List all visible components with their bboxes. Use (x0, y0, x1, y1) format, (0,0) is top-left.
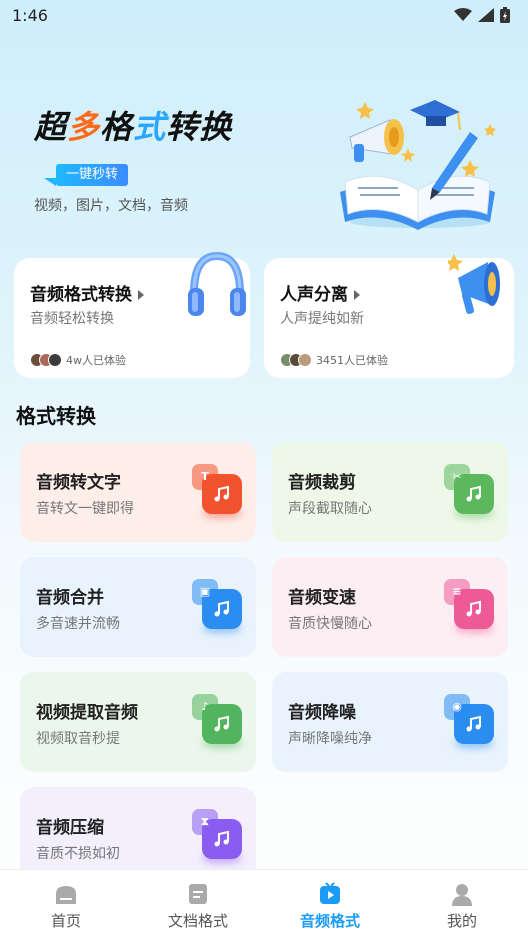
arrow-right-icon (138, 290, 144, 300)
icon-glyph: T (201, 470, 209, 483)
icon-glyph: ◉ (452, 700, 462, 713)
hero-title-part: 多 (67, 108, 101, 146)
headphones-icon (188, 251, 246, 316)
feature-title-text: 音频格式转换 (30, 285, 132, 305)
icon-glyph: ⧗ (201, 815, 209, 828)
tool-subtitle: 音质不损如初 (36, 846, 120, 862)
tool-card[interactable]: 音频转文字 音转文一键即得 T (20, 442, 256, 542)
audio-denoise-icon: ◉ (444, 694, 494, 748)
status-icons (454, 7, 510, 23)
bottom-nav: 首页 文档格式 音频格式 我的 (0, 869, 528, 939)
tool-card[interactable]: 音频降噪 声晰降噪纯净 ◉ (272, 672, 508, 772)
megaphone-icon (448, 254, 500, 314)
arrow-right-icon (354, 290, 360, 300)
document-icon (189, 884, 207, 904)
section-title: 格式转换 (16, 404, 96, 428)
signal-icon (478, 8, 494, 22)
status-bar: 1:46 (0, 0, 528, 32)
hero-title-part: 转换 (166, 108, 233, 146)
tool-card[interactable]: 音频合并 多音速并流畅 ▣ (20, 557, 256, 657)
hero-title-part: 超 (34, 108, 68, 146)
tool-title: 音频降噪 (288, 703, 356, 723)
avatar-group (280, 353, 312, 367)
audio-compress-icon: ⧗ (192, 809, 242, 863)
video-extract-audio-icon: ♪ (192, 694, 242, 748)
nav-label: 音频格式 (299, 912, 360, 930)
nav-label: 首页 (50, 912, 81, 930)
audio-merge-icon: ▣ (192, 579, 242, 633)
home-icon (56, 886, 76, 904)
feature-subtitle: 音频轻松转换 (30, 311, 114, 327)
battery-icon (500, 7, 510, 23)
audio-to-text-icon: T (192, 464, 242, 518)
tool-title: 音频压缩 (36, 818, 104, 838)
avatar-group (30, 353, 62, 367)
feature-card-audio-format[interactable]: 音频格式转换 音频轻松转换 4w人已体验 (14, 251, 250, 378)
icon-glyph: ▣ (199, 585, 211, 598)
tool-subtitle: 音质快慢随心 (288, 616, 372, 632)
icon-glyph: ≡ (452, 585, 462, 598)
tool-subtitle: 视频取音秒提 (36, 731, 120, 747)
tool-title: 音频变速 (288, 588, 356, 608)
icon-glyph: ✂ (452, 470, 462, 483)
status-time: 1:46 (12, 6, 48, 25)
hero-badge-tail (44, 178, 56, 186)
tool-card[interactable]: 音频变速 音质快慢随心 ≡ (272, 557, 508, 657)
tool-card[interactable]: 音频裁剪 声段截取随心 ✂ (272, 442, 508, 542)
tool-subtitle: 音转文一键即得 (36, 501, 134, 517)
feature-card-vocal-separation[interactable]: 人声分离 人声提纯如新 3451人已体验 (264, 254, 514, 378)
feature-users-count: 4w人已体验 (66, 354, 126, 367)
feature-subtitle: 人声提纯如新 (280, 311, 364, 327)
feature-title-text: 人声分离 (280, 285, 348, 305)
wifi-icon (454, 8, 472, 21)
nav-documents[interactable]: 文档格式 (132, 870, 264, 939)
hero-title-part: 式 (133, 108, 167, 146)
hero-subtitle: 视频，图片，文档，音频 (34, 198, 188, 214)
tool-title: 音频合并 (36, 588, 104, 608)
feature-users: 4w人已体验 (30, 352, 126, 368)
tool-title: 音频转文字 (36, 473, 121, 493)
nav-home[interactable]: 首页 (0, 870, 132, 939)
tool-subtitle: 声段截取随心 (288, 501, 372, 517)
tool-title: 视频提取音频 (36, 703, 138, 723)
feature-title: 人声分离 (280, 280, 360, 305)
feature-title: 音频格式转换 (30, 280, 144, 305)
feature-users-count: 3451人已体验 (316, 354, 388, 367)
tool-card[interactable]: 视频提取音频 视频取音秒提 ♪ (20, 672, 256, 772)
nav-audio-format[interactable]: 音频格式 (264, 870, 396, 939)
book-megaphone-illustration (340, 100, 496, 230)
icon-glyph: ♪ (201, 700, 209, 713)
profile-icon (452, 884, 472, 906)
tool-subtitle: 多音速并流畅 (36, 616, 120, 632)
tool-title: 音频裁剪 (288, 473, 356, 493)
nav-label: 文档格式 (167, 912, 228, 930)
audio-speed-icon: ≡ (444, 579, 494, 633)
audio-cut-icon: ✂ (444, 464, 494, 518)
nav-label: 我的 (446, 912, 477, 930)
hero-badge: 一键秒转 (56, 164, 129, 186)
feature-users: 3451人已体验 (280, 352, 388, 368)
nav-profile[interactable]: 我的 (396, 870, 528, 939)
hero-title: 超多格式转换 (34, 102, 232, 148)
tool-subtitle: 声晰降噪纯净 (288, 731, 372, 747)
hero-title-part: 格 (100, 108, 134, 146)
video-play-icon (320, 882, 340, 904)
